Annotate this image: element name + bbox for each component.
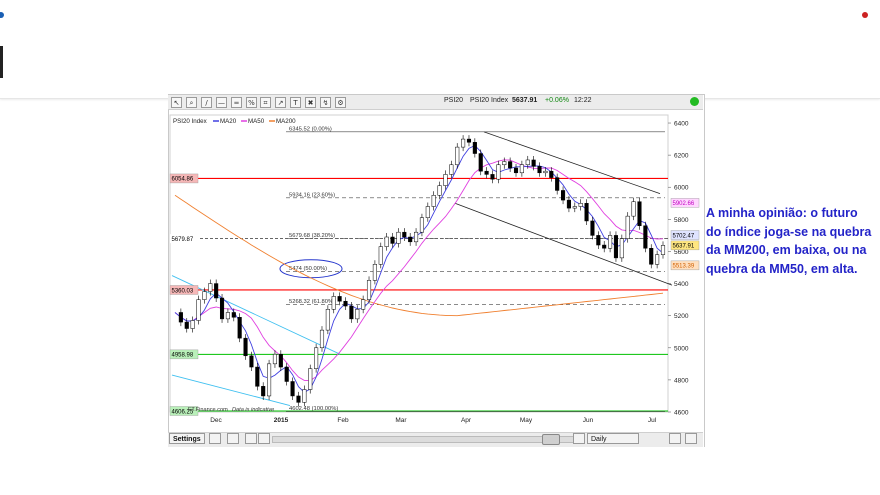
ticker-time: 12:22 <box>574 97 592 104</box>
bottom-panel <box>0 447 880 495</box>
ticker-last-price: 5637.91 <box>512 97 538 104</box>
scrollbar-thumb[interactable] <box>542 434 560 445</box>
left-edge-marker <box>0 46 3 78</box>
interval-select[interactable]: Daily <box>587 433 639 444</box>
scroll-right-icon[interactable] <box>573 433 585 444</box>
channel-tool-icon[interactable]: ═ <box>231 97 242 108</box>
zoom-in-icon[interactable] <box>685 433 697 444</box>
horizontal-line-tool-icon[interactable]: — <box>216 97 227 108</box>
indicator-tool-icon[interactable]: ↯ <box>320 97 331 108</box>
fib-tool-icon[interactable]: % <box>246 97 257 108</box>
save-icon[interactable] <box>227 433 239 444</box>
settings-button[interactable]: Settings <box>169 433 205 444</box>
opinion-annotation: A minha opinião: o futuro do índice joga… <box>706 206 872 276</box>
pointer-tool-icon[interactable]: ↖ <box>171 97 182 108</box>
line-tool-icon[interactable]: / <box>201 97 212 108</box>
print-icon[interactable] <box>245 433 257 444</box>
scroll-left-icon[interactable] <box>258 433 270 444</box>
text-tool-icon[interactable]: T <box>290 97 301 108</box>
measure-tool-icon[interactable]: ⌗ <box>260 97 271 108</box>
chart-frame <box>168 94 705 448</box>
ticker-change: +0.06% <box>545 97 569 104</box>
chart-type-icon[interactable] <box>209 433 221 444</box>
browser-top-panel <box>0 0 880 99</box>
zoom-out-icon[interactable] <box>669 433 681 444</box>
ticker-symbol: PSI20 <box>444 97 464 104</box>
ticker-index-name: PSI20 Index <box>470 97 509 104</box>
settings-tool-icon[interactable]: ⚙ <box>335 97 346 108</box>
arrow-tool-icon[interactable]: ↗ <box>275 97 286 108</box>
live-status-icon <box>690 97 699 106</box>
delete-tool-icon[interactable]: ✖ <box>305 97 316 108</box>
zoom-tool-icon[interactable]: ⌕ <box>186 97 197 108</box>
right-edge-dot <box>862 12 868 18</box>
time-scrollbar[interactable] <box>272 436 574 443</box>
